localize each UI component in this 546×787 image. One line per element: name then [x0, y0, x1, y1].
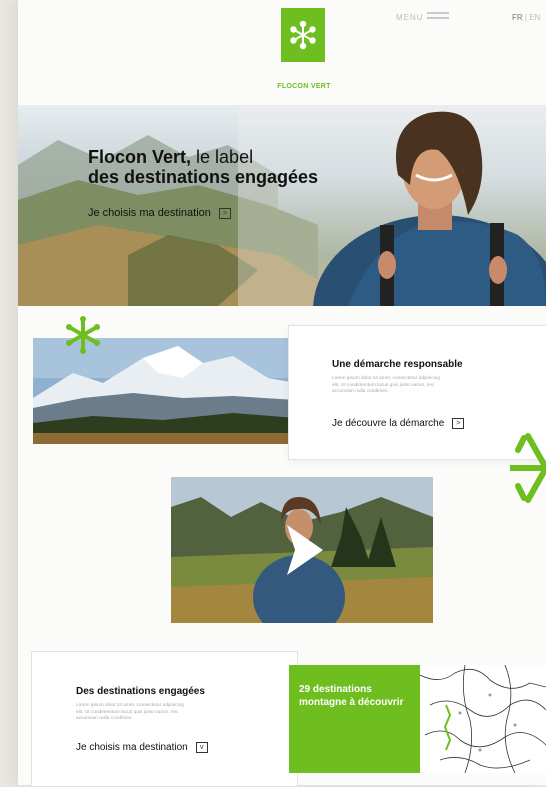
snowflake-decoration-icon — [66, 316, 100, 354]
hero-title-rest: le label — [191, 147, 254, 167]
approach-title: Une démarche responsable — [332, 359, 463, 370]
logo[interactable] — [281, 8, 325, 62]
destinations-title: Des destinations engagées — [76, 686, 205, 697]
hero-cta-label: Je choisis ma destination — [88, 207, 211, 219]
destinations-card: Des destinations engagées Lorem ipsum do… — [31, 651, 298, 787]
snowflake-decoration-icon — [510, 433, 546, 503]
hero-image — [18, 105, 546, 306]
approach-cta-label: Je découvre la démarche — [332, 418, 445, 429]
language-switcher[interactable]: FR | EN — [512, 13, 540, 22]
chevron-down-icon: v — [195, 742, 208, 753]
destinations-promo-text: 29 destinations montagne à découvrir — [299, 684, 404, 708]
destinations-map[interactable] — [420, 665, 546, 773]
menu-icon[interactable] — [427, 12, 449, 22]
logo-caption: FLOCON VERT — [277, 83, 331, 90]
play-icon[interactable] — [283, 525, 323, 575]
hero-banner: Flocon Vert, le label des destinations e… — [18, 105, 546, 306]
discover-approach-link[interactable]: Je découvre la démarche > — [332, 418, 465, 429]
choose-destination-link[interactable]: Je choisis ma destination v — [76, 742, 208, 753]
destinations-promo[interactable]: 29 destinations montagne à découvrir — [289, 665, 420, 773]
hero-title-brand: Flocon Vert, — [88, 147, 192, 167]
snowflake-logo-icon — [290, 20, 316, 50]
hero-title: Flocon Vert, le label des destinations e… — [88, 147, 318, 187]
chevron-right-icon: > — [452, 418, 465, 429]
hero-title-line2: des destinations engagées — [88, 167, 319, 188]
approach-body: Lorem ipsum dolor sit amet, consectetur … — [332, 376, 440, 395]
approach-card: Une démarche responsable Lorem ipsum dol… — [288, 325, 546, 460]
destinations-body: Lorem ipsum dolor sit amet, consectetur … — [76, 703, 184, 722]
chevron-right-icon: > — [218, 207, 231, 219]
video-player[interactable] — [171, 477, 433, 623]
hero-choose-destination-link[interactable]: Je choisis ma destination > — [88, 207, 231, 219]
lang-en[interactable]: EN — [529, 13, 540, 22]
menu-label[interactable]: MENU — [396, 13, 424, 22]
lang-fr[interactable]: FR — [512, 13, 523, 22]
destinations-cta-label: Je choisis ma destination — [76, 742, 188, 753]
